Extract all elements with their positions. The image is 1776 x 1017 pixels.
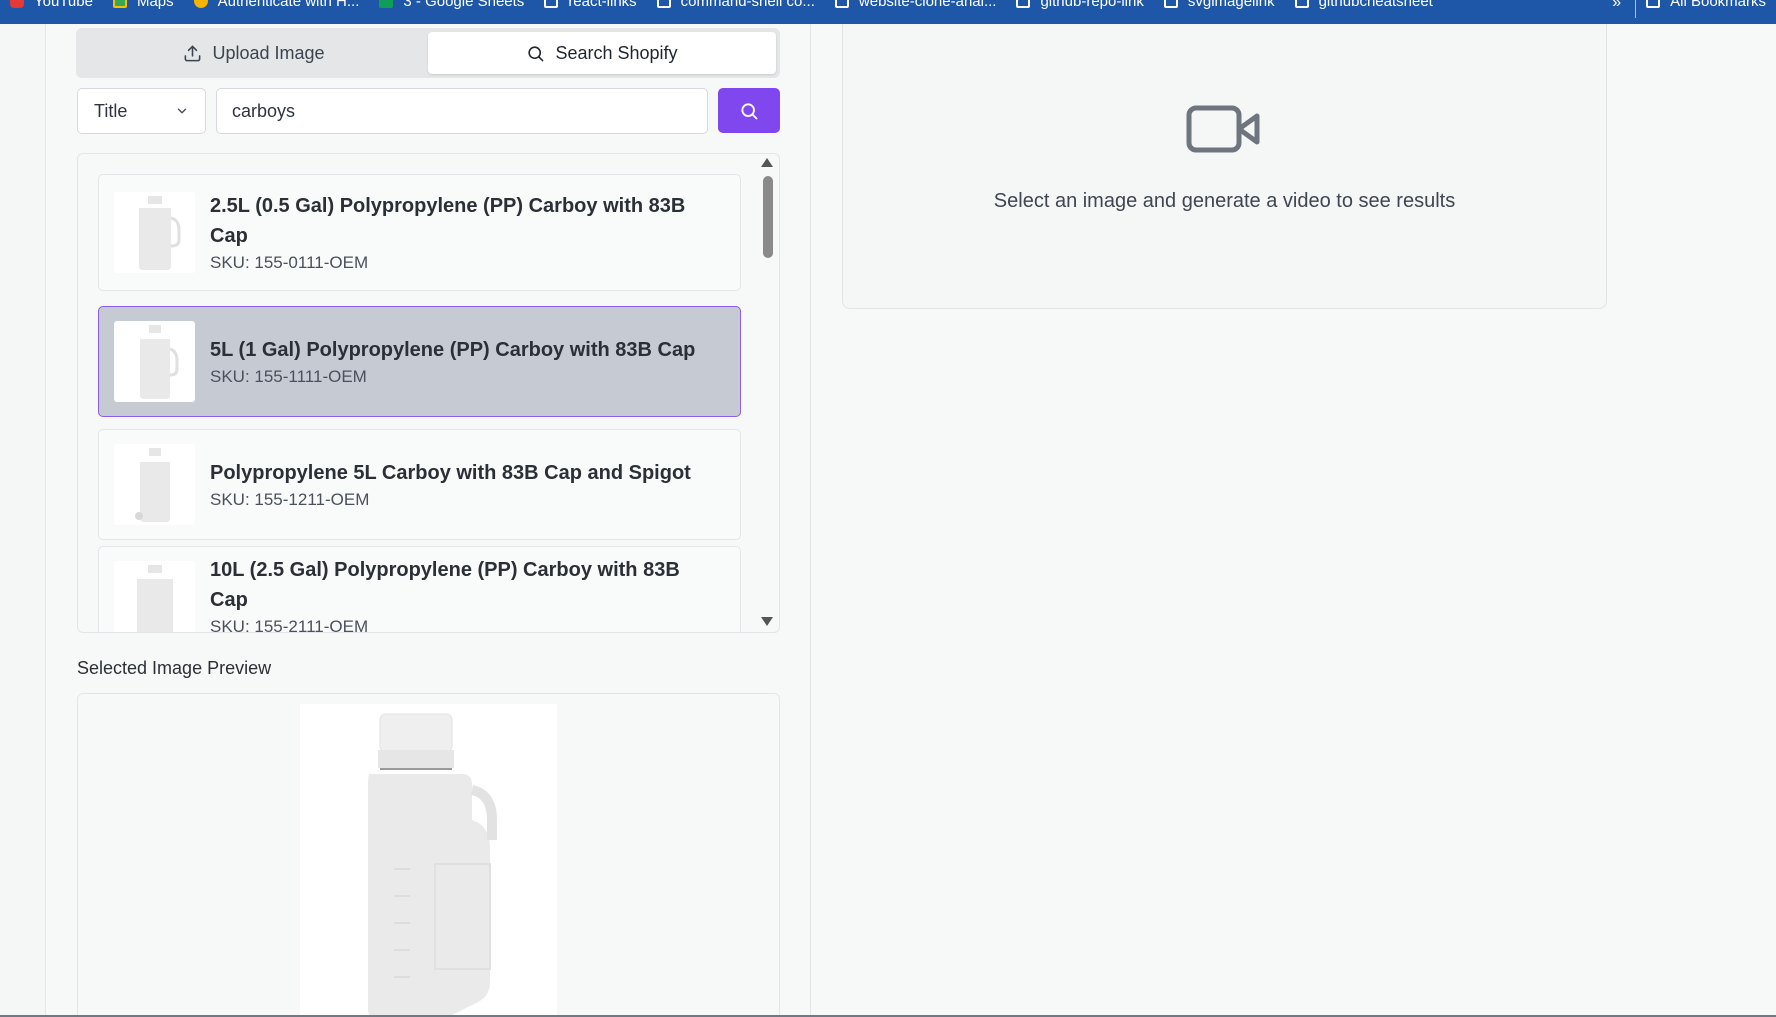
result-item-3[interactable]: Polypropylene 5L Carboy with 83B Cap and… [98, 429, 741, 540]
bookmark-authenticate[interactable]: Authenticate with H... [184, 0, 370, 10]
tab-search-shopify[interactable]: Search Shopify [428, 32, 776, 74]
product-thumbnail [114, 561, 195, 632]
result-title-cont: Cap [210, 224, 248, 247]
bookmark-maps[interactable]: Maps [103, 0, 184, 10]
search-icon [528, 45, 544, 61]
left-gutter [0, 24, 46, 1017]
search-field-select-value: Title [94, 100, 128, 121]
source-tabs: Upload Image Search Shopify [76, 28, 780, 78]
bookmark-youtube[interactable]: YouTube [0, 0, 103, 10]
result-title: 2.5L (0.5 Gal) Polypropylene (PP) Carboy… [210, 194, 686, 217]
bookmark-githubcheatsheet[interactable]: githubcheatsheet [1285, 0, 1443, 10]
auth-icon [193, 0, 208, 8]
result-title: 10L (2.5 Gal) Polypropylene (PP) Carboy … [210, 559, 680, 581]
product-thumbnail [114, 321, 195, 402]
preview-heading: Selected Image Preview [77, 658, 272, 678]
search-results-list[interactable]: 2.5L (0.5 Gal) Polypropylene (PP) Carboy… [77, 153, 780, 633]
bookmarks-overflow-button[interactable]: » [1598, 0, 1635, 12]
folder-icon [1294, 0, 1309, 8]
video-result-card [842, 24, 1607, 309]
bookmark-react-links[interactable]: react-links [534, 0, 646, 10]
bookmarks-bar: YouTube Maps Authenticate with H... 3 - … [0, 0, 1776, 24]
tab-upload-image[interactable]: Upload Image [80, 32, 428, 74]
sheets-icon [379, 0, 394, 8]
result-sku: SKU: 155-1211-OEM [210, 489, 370, 509]
product-thumbnail [114, 192, 195, 273]
scroll-down-arrow[interactable] [761, 617, 773, 626]
folder-icon [1163, 0, 1178, 8]
folder-icon [544, 0, 559, 8]
folder-icon [1646, 0, 1661, 8]
result-title: Polypropylene 5L Carboy with 83B Cap and… [210, 461, 691, 484]
scrollbar-thumb[interactable] [763, 176, 773, 258]
scroll-up-arrow[interactable] [761, 158, 773, 167]
search-field-select[interactable]: Title [77, 88, 206, 134]
selected-image-preview [300, 704, 557, 1017]
result-title: 5L (1 Gal) Polypropylene (PP) Carboy wit… [210, 338, 696, 361]
search-button[interactable] [718, 88, 780, 133]
folder-icon [834, 0, 849, 8]
bookmark-svgimagelink[interactable]: svgimagelink [1154, 0, 1285, 10]
maps-icon [112, 0, 127, 8]
upload-icon [185, 45, 201, 61]
bookmark-website-clone[interactable]: website-clone-anal... [825, 0, 1007, 10]
result-title-cont: Cap [210, 589, 248, 611]
search-input[interactable] [216, 88, 708, 134]
result-sku: SKU: 155-0111-OEM [210, 252, 369, 272]
folder-icon [1016, 0, 1031, 8]
video-empty-message: Select an image and generate a video to … [993, 190, 1456, 212]
video-camera-icon [1186, 104, 1260, 159]
result-sku: SKU: 155-2111-OEM [210, 617, 369, 633]
bookmark-google-sheets[interactable]: 3 - Google Sheets [369, 0, 534, 10]
result-item-1[interactable]: 2.5L (0.5 Gal) Polypropylene (PP) Carboy… [98, 174, 741, 291]
chevron-down-icon [177, 108, 187, 114]
bookmark-all-bookmarks[interactable]: All Bookmarks [1636, 0, 1776, 10]
bookmark-github-repo-link[interactable]: github-repo-link [1006, 0, 1153, 10]
folder-icon [656, 0, 671, 8]
result-sku: SKU: 155-1111-OEM [210, 366, 367, 386]
product-thumbnail [114, 444, 195, 525]
result-item-2[interactable]: 5L (1 Gal) Polypropylene (PP) Carboy wit… [98, 306, 741, 417]
youtube-icon [10, 0, 24, 8]
search-icon [741, 102, 758, 119]
preview-container [77, 693, 780, 1017]
bookmark-command-shell[interactable]: command-shell co... [647, 0, 825, 10]
result-item-4[interactable]: 10L (2.5 Gal) Polypropylene (PP) Carboy … [98, 546, 741, 633]
